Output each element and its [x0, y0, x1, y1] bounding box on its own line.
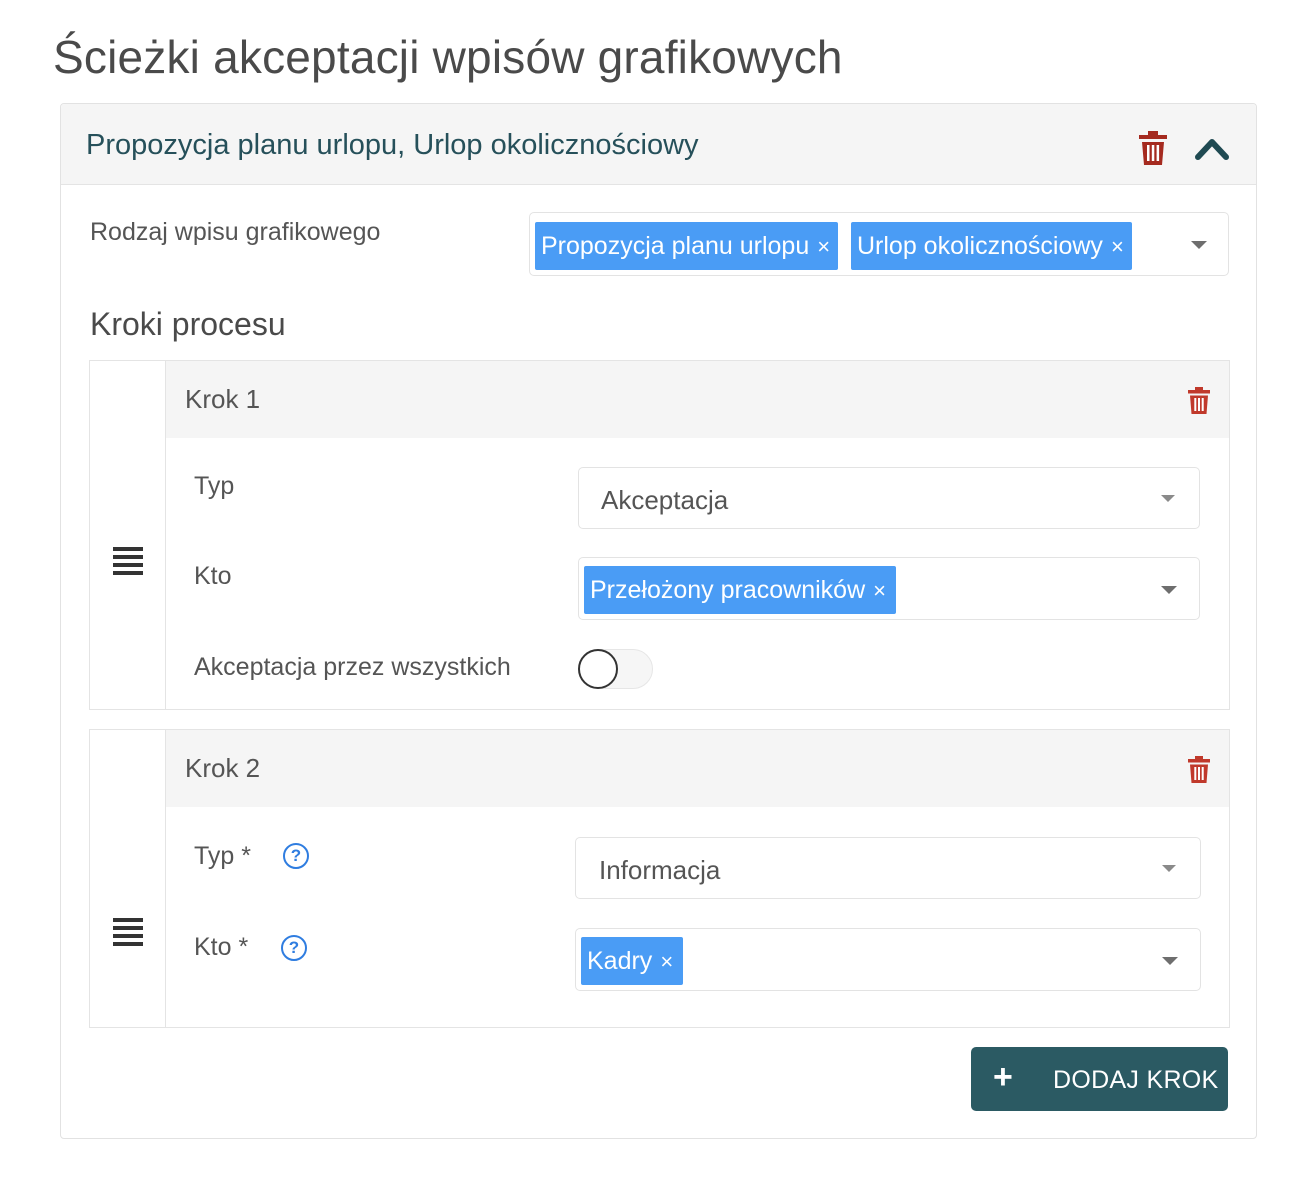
step-title: Krok 2 [185, 753, 261, 783]
entry-type-tag: Urlop okolicznościowy × [851, 222, 1132, 270]
who-multiselect[interactable]: Kadry × [575, 928, 1201, 991]
delete-step-trash-icon[interactable] [1188, 387, 1210, 414]
who-tag: Przełożony pracowników × [584, 566, 896, 614]
card-header[interactable]: Propozycja planu urlopu, Urlop okoliczno… [61, 104, 1256, 185]
type-label: Typ * [194, 842, 251, 870]
type-label: Typ [194, 472, 235, 500]
tag-remove-icon[interactable]: × [660, 949, 673, 974]
type-help-icon[interactable]: ? [283, 843, 309, 869]
dropdown-caret-icon[interactable] [1162, 957, 1178, 965]
all-accept-toggle[interactable] [578, 649, 653, 689]
tag-remove-icon[interactable]: × [1111, 234, 1124, 259]
dropdown-caret-icon[interactable] [1162, 865, 1176, 872]
entry-type-tag: Propozycja planu urlopu × [535, 222, 839, 270]
add-step-button[interactable]: + DODAJ KROK [971, 1047, 1228, 1111]
plus-icon: + [993, 1058, 1013, 1096]
tag-label: Przełożony pracowników [590, 576, 866, 604]
step-title: Krok 1 [185, 384, 261, 414]
toggle-knob [578, 649, 618, 689]
card-header-title: Propozycja planu urlopu, Urlop okoliczno… [86, 129, 699, 161]
steps-section-title: Kroki procesu [90, 306, 286, 342]
entry-type-multiselect[interactable]: Propozycja planu urlopu × Urlop okoliczno… [529, 212, 1229, 276]
type-select[interactable]: Informacja [575, 837, 1201, 899]
page-title: Ścieżki akceptacji wpisów grafikowych [53, 31, 843, 83]
drag-handle-icon[interactable] [113, 918, 143, 946]
step-header: Krok 1 [166, 361, 1229, 438]
all-accept-label: Akceptacja przez wszystkich [194, 653, 511, 681]
type-select[interactable]: Akceptacja [578, 467, 1200, 529]
tag-label: Urlop okolicznościowy [857, 232, 1103, 260]
dropdown-caret-icon[interactable] [1191, 241, 1207, 249]
who-tag: Kadry × [581, 937, 684, 985]
collapse-chevron-up-icon[interactable] [1195, 136, 1229, 160]
process-step-1: Krok 1 Typ Akceptacja Kto Przełożony pra… [89, 360, 1230, 710]
dropdown-caret-icon[interactable] [1161, 495, 1175, 502]
who-help-icon[interactable]: ? [281, 935, 307, 961]
tag-remove-icon[interactable]: × [873, 578, 886, 603]
delete-path-trash-icon[interactable] [1139, 131, 1167, 165]
tag-remove-icon[interactable]: × [817, 234, 830, 259]
step-handle-column [90, 730, 166, 1027]
process-step-2: Krok 2 Typ * ? Informacja Kto * ? Kadry × [89, 729, 1230, 1028]
who-label: Kto [194, 562, 232, 590]
type-select-value: Informacja [599, 855, 721, 885]
step-handle-column [90, 361, 166, 709]
drag-handle-icon[interactable] [113, 547, 143, 575]
tag-label: Propozycja planu urlopu [541, 232, 810, 260]
type-select-value: Akceptacja [601, 485, 729, 515]
tag-label: Kadry [587, 947, 653, 975]
who-label: Kto * [194, 933, 249, 961]
acceptance-path-card: Propozycja planu urlopu, Urlop okoliczno… [60, 103, 1257, 1139]
delete-step-trash-icon[interactable] [1188, 756, 1210, 783]
step-header: Krok 2 [166, 730, 1229, 807]
entry-type-label: Rodzaj wpisu grafikowego [90, 218, 381, 246]
add-step-label: DODAJ KROK [1053, 1066, 1219, 1094]
dropdown-caret-icon[interactable] [1161, 586, 1177, 594]
who-multiselect[interactable]: Przełożony pracowników × [578, 557, 1200, 620]
